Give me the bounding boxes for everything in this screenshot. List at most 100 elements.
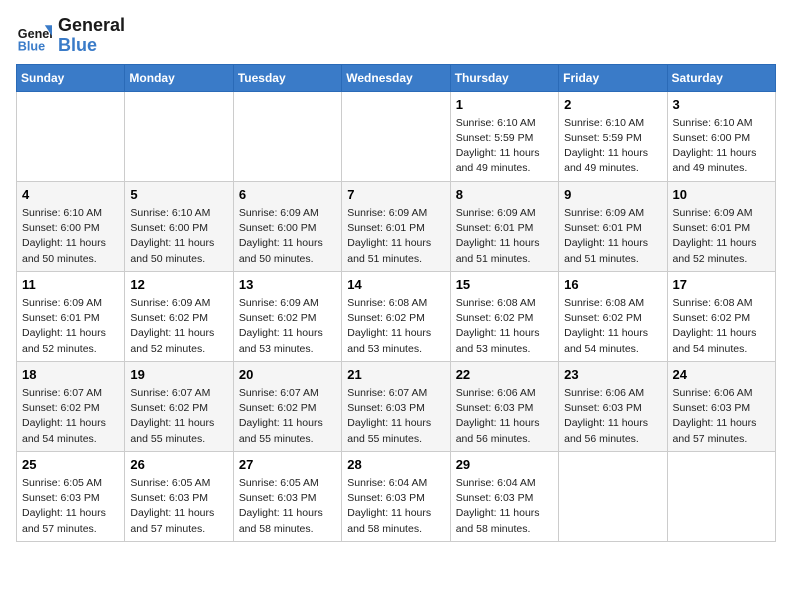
day-number: 17 (673, 276, 770, 294)
day-info: Sunrise: 6:08 AM Sunset: 6:02 PM Dayligh… (564, 296, 661, 357)
day-number: 9 (564, 186, 661, 204)
calendar-cell: 17 Sunrise: 6:08 AM Sunset: 6:02 PM Dayli… (667, 271, 775, 361)
calendar-cell: 8 Sunrise: 6:09 AM Sunset: 6:01 PM Daylig… (450, 181, 558, 271)
calendar-cell (17, 91, 125, 181)
day-number: 7 (347, 186, 444, 204)
day-number: 3 (673, 96, 770, 114)
calendar-cell: 15 Sunrise: 6:08 AM Sunset: 6:02 PM Dayli… (450, 271, 558, 361)
day-info: Sunrise: 6:07 AM Sunset: 6:02 PM Dayligh… (22, 386, 119, 447)
day-info: Sunrise: 6:10 AM Sunset: 6:00 PM Dayligh… (22, 206, 119, 267)
weekday-header: Friday (559, 64, 667, 91)
day-info: Sunrise: 6:08 AM Sunset: 6:02 PM Dayligh… (673, 296, 770, 357)
day-number: 2 (564, 96, 661, 114)
calendar-cell: 27 Sunrise: 6:05 AM Sunset: 6:03 PM Dayli… (233, 451, 341, 541)
day-info: Sunrise: 6:09 AM Sunset: 6:00 PM Dayligh… (239, 206, 336, 267)
calendar-cell: 25 Sunrise: 6:05 AM Sunset: 6:03 PM Dayli… (17, 451, 125, 541)
day-info: Sunrise: 6:05 AM Sunset: 6:03 PM Dayligh… (130, 476, 227, 537)
day-info: Sunrise: 6:08 AM Sunset: 6:02 PM Dayligh… (456, 296, 553, 357)
calendar-cell: 18 Sunrise: 6:07 AM Sunset: 6:02 PM Dayli… (17, 361, 125, 451)
day-number: 18 (22, 366, 119, 384)
calendar-cell: 11 Sunrise: 6:09 AM Sunset: 6:01 PM Dayli… (17, 271, 125, 361)
day-number: 28 (347, 456, 444, 474)
day-number: 15 (456, 276, 553, 294)
calendar-cell: 3Sunrise: 6:10 AM Sunset: 6:00 PM Daylig… (667, 91, 775, 181)
day-info: Sunrise: 6:08 AM Sunset: 6:02 PM Dayligh… (347, 296, 444, 357)
day-number: 27 (239, 456, 336, 474)
calendar-cell: 5 Sunrise: 6:10 AM Sunset: 6:00 PM Daylig… (125, 181, 233, 271)
day-info: Sunrise: 6:09 AM Sunset: 6:01 PM Dayligh… (456, 206, 553, 267)
day-info: Sunrise: 6:09 AM Sunset: 6:01 PM Dayligh… (22, 296, 119, 357)
day-info: Sunrise: 6:06 AM Sunset: 6:03 PM Dayligh… (564, 386, 661, 447)
logo: General Blue GeneralBlue (16, 16, 125, 56)
calendar-cell: 21Sunrise: 6:07 AM Sunset: 6:03 PM Dayli… (342, 361, 450, 451)
weekday-header: Saturday (667, 64, 775, 91)
day-info: Sunrise: 6:05 AM Sunset: 6:03 PM Dayligh… (22, 476, 119, 537)
day-number: 23 (564, 366, 661, 384)
day-number: 26 (130, 456, 227, 474)
calendar-cell: 9 Sunrise: 6:09 AM Sunset: 6:01 PM Daylig… (559, 181, 667, 271)
day-info: Sunrise: 6:09 AM Sunset: 6:02 PM Dayligh… (130, 296, 227, 357)
day-info: Sunrise: 6:07 AM Sunset: 6:03 PM Dayligh… (347, 386, 444, 447)
calendar-cell: 14 Sunrise: 6:08 AM Sunset: 6:02 PM Dayli… (342, 271, 450, 361)
day-number: 5 (130, 186, 227, 204)
day-info: Sunrise: 6:10 AM Sunset: 6:00 PM Dayligh… (130, 206, 227, 267)
calendar-cell (125, 91, 233, 181)
weekday-header: Sunday (17, 64, 125, 91)
day-info: Sunrise: 6:10 AM Sunset: 5:59 PM Dayligh… (456, 116, 553, 177)
calendar-cell: 4 Sunrise: 6:10 AM Sunset: 6:00 PM Daylig… (17, 181, 125, 271)
day-number: 16 (564, 276, 661, 294)
day-number: 19 (130, 366, 227, 384)
day-info: Sunrise: 6:06 AM Sunset: 6:03 PM Dayligh… (456, 386, 553, 447)
day-number: 14 (347, 276, 444, 294)
calendar-cell: 26 Sunrise: 6:05 AM Sunset: 6:03 PM Dayli… (125, 451, 233, 541)
weekday-row: SundayMondayTuesdayWednesdayThursdayFrid… (17, 64, 776, 91)
day-number: 13 (239, 276, 336, 294)
day-info: Sunrise: 6:06 AM Sunset: 6:03 PM Dayligh… (673, 386, 770, 447)
weekday-header: Monday (125, 64, 233, 91)
calendar-cell: 28 Sunrise: 6:04 AM Sunset: 6:03 PM Dayli… (342, 451, 450, 541)
day-number: 6 (239, 186, 336, 204)
day-info: Sunrise: 6:10 AM Sunset: 5:59 PM Dayligh… (564, 116, 661, 177)
calendar-cell (342, 91, 450, 181)
day-info: Sunrise: 6:09 AM Sunset: 6:01 PM Dayligh… (564, 206, 661, 267)
calendar-cell: 2 Sunrise: 6:10 AM Sunset: 5:59 PM Daylig… (559, 91, 667, 181)
day-number: 8 (456, 186, 553, 204)
day-number: 20 (239, 366, 336, 384)
day-info: Sunrise: 6:07 AM Sunset: 6:02 PM Dayligh… (130, 386, 227, 447)
calendar-cell: 12 Sunrise: 6:09 AM Sunset: 6:02 PM Dayli… (125, 271, 233, 361)
logo-text: GeneralBlue (58, 16, 125, 56)
day-number: 1 (456, 96, 553, 114)
calendar-week-row: 1 Sunrise: 6:10 AM Sunset: 5:59 PM Daylig… (17, 91, 776, 181)
calendar-cell: 29 Sunrise: 6:04 AM Sunset: 6:03 PM Dayli… (450, 451, 558, 541)
day-number: 4 (22, 186, 119, 204)
day-info: Sunrise: 6:05 AM Sunset: 6:03 PM Dayligh… (239, 476, 336, 537)
day-info: Sunrise: 6:09 AM Sunset: 6:02 PM Dayligh… (239, 296, 336, 357)
day-info: Sunrise: 6:04 AM Sunset: 6:03 PM Dayligh… (347, 476, 444, 537)
calendar-cell: 1 Sunrise: 6:10 AM Sunset: 5:59 PM Daylig… (450, 91, 558, 181)
weekday-header: Tuesday (233, 64, 341, 91)
day-number: 29 (456, 456, 553, 474)
calendar-cell: 6 Sunrise: 6:09 AM Sunset: 6:00 PM Daylig… (233, 181, 341, 271)
calendar-cell: 19 Sunrise: 6:07 AM Sunset: 6:02 PM Dayli… (125, 361, 233, 451)
day-number: 25 (22, 456, 119, 474)
day-number: 11 (22, 276, 119, 294)
calendar-cell (667, 451, 775, 541)
calendar-cell: 7Sunrise: 6:09 AM Sunset: 6:01 PM Daylig… (342, 181, 450, 271)
day-number: 12 (130, 276, 227, 294)
calendar-week-row: 11 Sunrise: 6:09 AM Sunset: 6:01 PM Dayli… (17, 271, 776, 361)
day-info: Sunrise: 6:09 AM Sunset: 6:01 PM Dayligh… (673, 206, 770, 267)
calendar-body: 1 Sunrise: 6:10 AM Sunset: 5:59 PM Daylig… (17, 91, 776, 541)
day-info: Sunrise: 6:04 AM Sunset: 6:03 PM Dayligh… (456, 476, 553, 537)
calendar-cell: 13 Sunrise: 6:09 AM Sunset: 6:02 PM Dayli… (233, 271, 341, 361)
calendar-cell: 10Sunrise: 6:09 AM Sunset: 6:01 PM Dayli… (667, 181, 775, 271)
calendar-week-row: 18 Sunrise: 6:07 AM Sunset: 6:02 PM Dayli… (17, 361, 776, 451)
weekday-header: Thursday (450, 64, 558, 91)
day-info: Sunrise: 6:07 AM Sunset: 6:02 PM Dayligh… (239, 386, 336, 447)
calendar-table: SundayMondayTuesdayWednesdayThursdayFrid… (16, 64, 776, 542)
calendar-cell: 24Sunrise: 6:06 AM Sunset: 6:03 PM Dayli… (667, 361, 775, 451)
weekday-header: Wednesday (342, 64, 450, 91)
calendar-header: SundayMondayTuesdayWednesdayThursdayFrid… (17, 64, 776, 91)
svg-text:Blue: Blue (18, 39, 45, 53)
calendar-cell (233, 91, 341, 181)
calendar-cell: 22Sunrise: 6:06 AM Sunset: 6:03 PM Dayli… (450, 361, 558, 451)
